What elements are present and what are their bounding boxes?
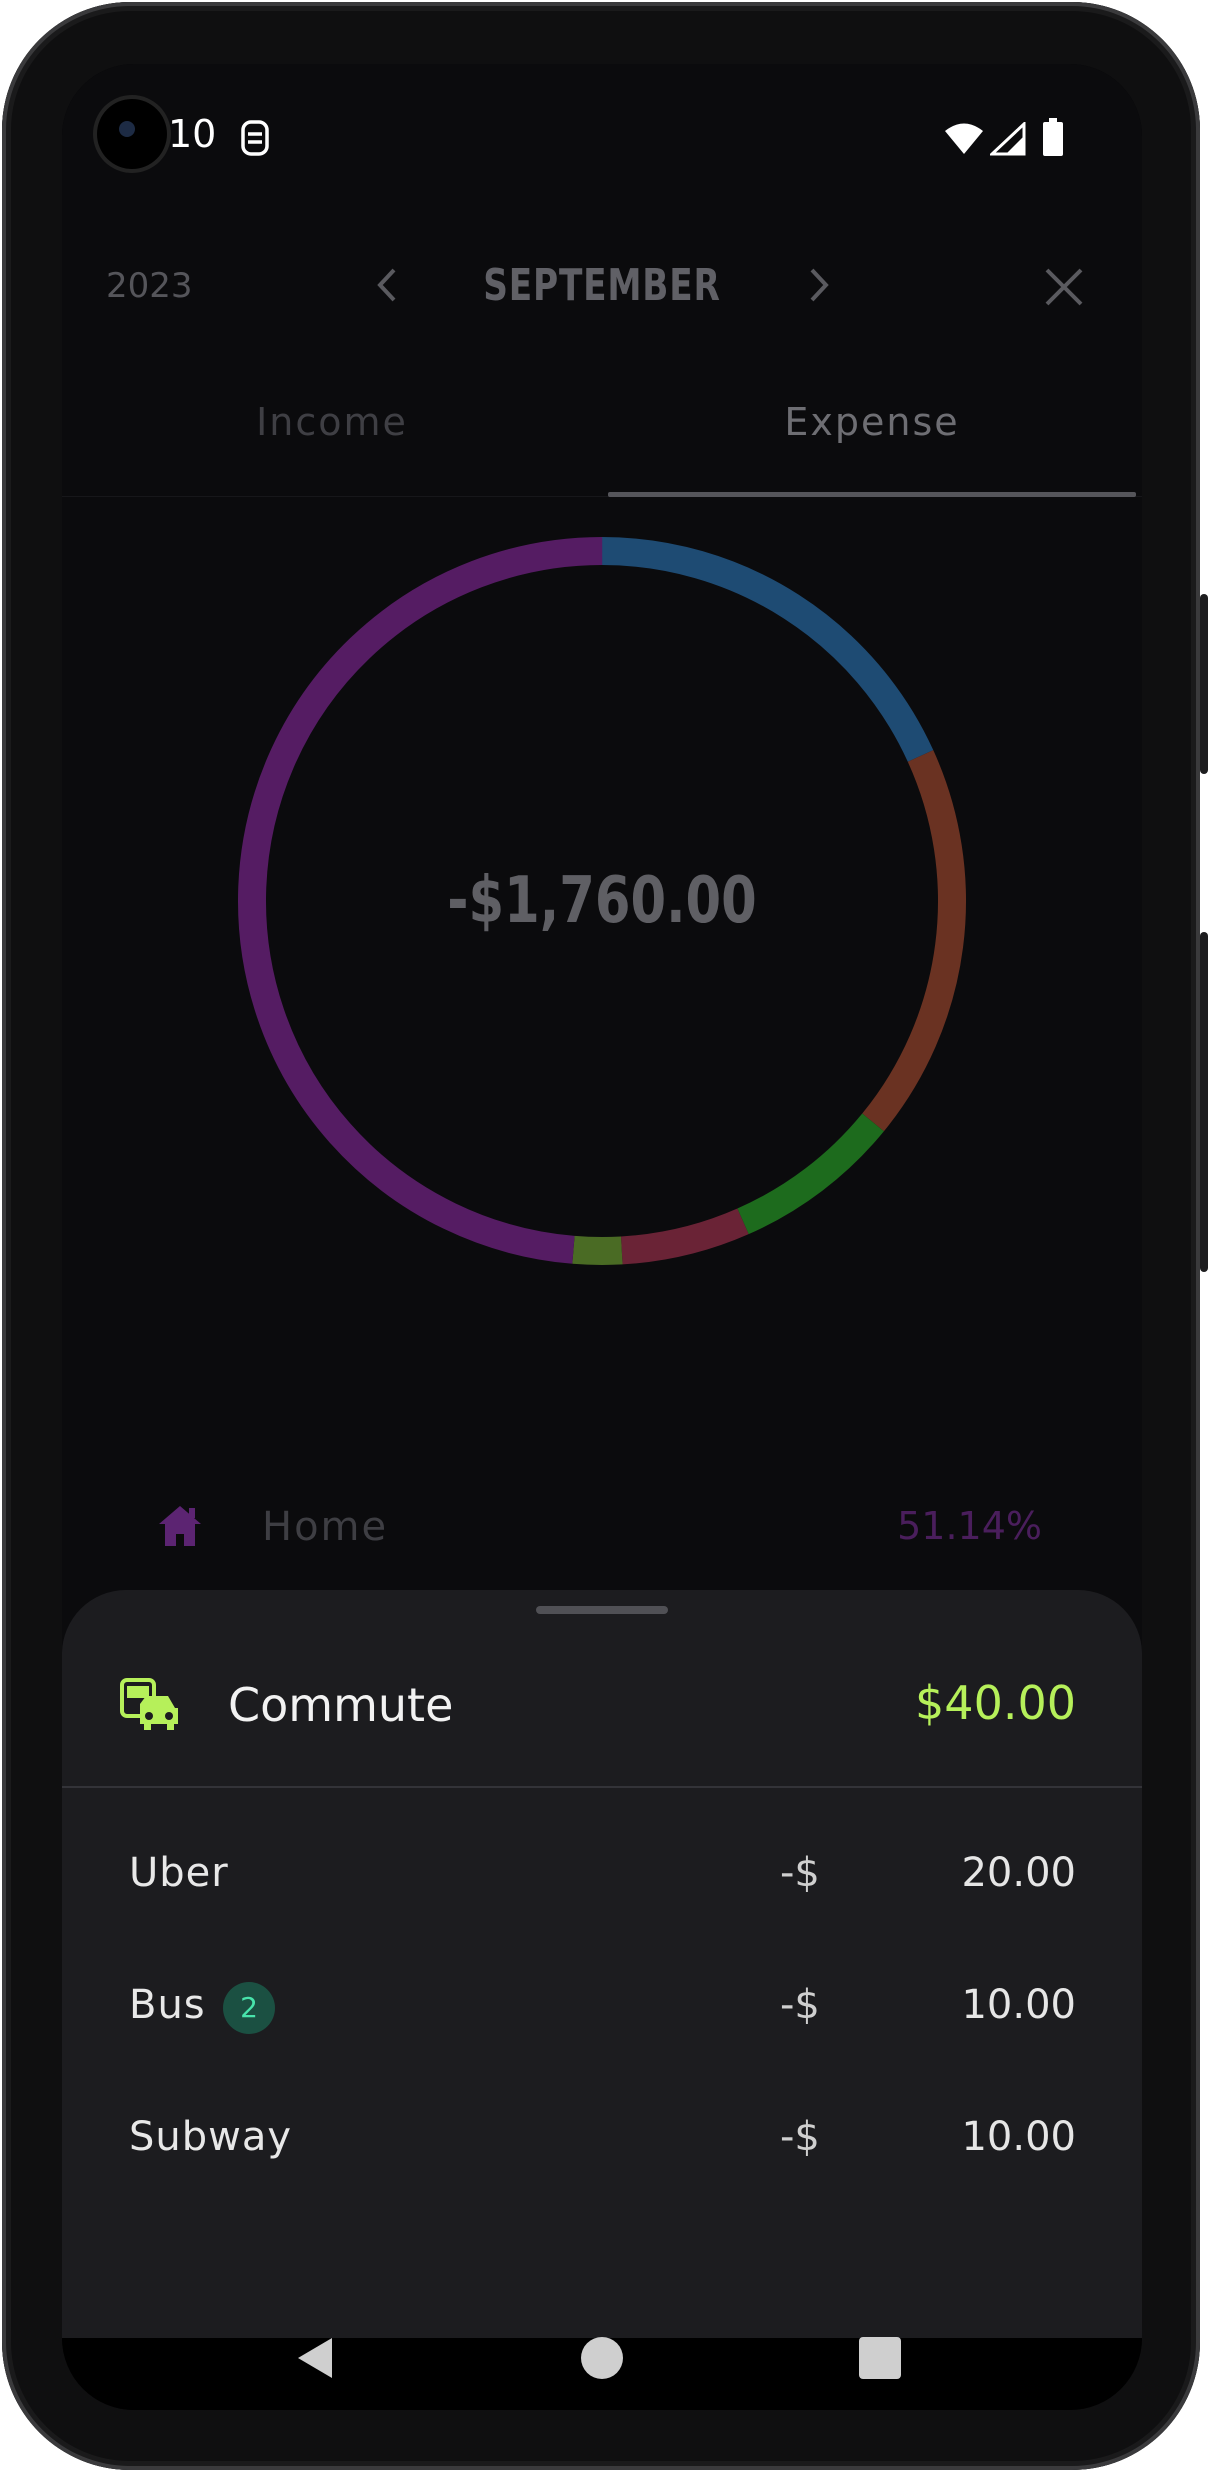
transaction-currency: -$ bbox=[780, 1850, 820, 1896]
donut-segment-4[interactable] bbox=[620, 1208, 749, 1265]
signal-icon bbox=[990, 122, 1026, 156]
transaction-value: 20.00 bbox=[961, 1850, 1076, 1896]
transaction-row-uber[interactable]: Uber -$ 20.00 bbox=[62, 1826, 1142, 1926]
status-time: 10 bbox=[168, 112, 217, 156]
donut-segment-2[interactable] bbox=[862, 750, 966, 1132]
close-icon[interactable] bbox=[1039, 262, 1089, 312]
transaction-currency: -$ bbox=[780, 2114, 820, 2160]
transaction-count-badge: 2 bbox=[223, 1982, 275, 2034]
previous-month-icon[interactable] bbox=[362, 260, 412, 310]
next-month-icon[interactable] bbox=[794, 260, 844, 310]
tab-income[interactable]: Income bbox=[62, 400, 602, 444]
recent-apps-icon[interactable] bbox=[859, 2337, 901, 2379]
sheet-category-amount: $40.00 bbox=[915, 1676, 1076, 1730]
transaction-currency: -$ bbox=[780, 1982, 820, 2028]
back-icon[interactable] bbox=[292, 2334, 340, 2382]
transaction-value: 10.00 bbox=[961, 1982, 1076, 2028]
home-icon bbox=[159, 1506, 201, 1546]
legend-percent: 51.14% bbox=[897, 1504, 1042, 1548]
camera-cutout bbox=[97, 99, 167, 169]
donut-segment-5[interactable] bbox=[572, 1235, 623, 1265]
wifi-icon bbox=[945, 123, 983, 154]
transaction-row-subway[interactable]: Subway -$ 10.00 bbox=[62, 2090, 1142, 2190]
transaction-row-bus[interactable]: Bus 2 -$ 10.00 bbox=[62, 1958, 1142, 2058]
month-title: SEPTEMBER bbox=[483, 260, 721, 311]
tab-active-indicator bbox=[608, 492, 1136, 497]
donut-segment-1[interactable] bbox=[601, 537, 934, 762]
phone-frame: 10 2023 SEPTEMBER Income Expense -$1,760… bbox=[2, 2, 1208, 2470]
sheet-header: Commute $40.00 bbox=[62, 1650, 1142, 1770]
notification-icon bbox=[241, 120, 269, 156]
total-amount: -$1,760.00 bbox=[447, 864, 757, 938]
transaction-label: Uber bbox=[129, 1850, 229, 1896]
commute-icon bbox=[120, 1678, 178, 1730]
transaction-label: Bus bbox=[129, 1982, 206, 2028]
legend-row-home[interactable]: Home 51.14% bbox=[62, 1484, 1142, 1574]
battery-icon bbox=[1043, 118, 1063, 156]
sheet-category-title: Commute bbox=[228, 1678, 454, 1732]
tab-expense[interactable]: Expense bbox=[602, 400, 1142, 444]
transaction-value: 10.00 bbox=[961, 2114, 1076, 2160]
legend-label: Home bbox=[262, 1504, 389, 1550]
year-label: 2023 bbox=[106, 266, 193, 306]
donut-segment-3[interactable] bbox=[737, 1113, 884, 1235]
transaction-label: Subway bbox=[129, 2114, 293, 2160]
home-button-icon[interactable] bbox=[581, 2337, 623, 2379]
sheet-drag-handle[interactable] bbox=[536, 1606, 668, 1614]
category-bottom-sheet[interactable]: Commute $40.00 Uber -$ 20.00 Bus 2 -$ 10… bbox=[62, 1590, 1142, 2338]
sheet-divider bbox=[62, 1786, 1142, 1788]
power-button bbox=[1200, 594, 1208, 774]
volume-button bbox=[1200, 932, 1208, 1272]
screen: 10 2023 SEPTEMBER Income Expense -$1,760… bbox=[62, 64, 1142, 2410]
